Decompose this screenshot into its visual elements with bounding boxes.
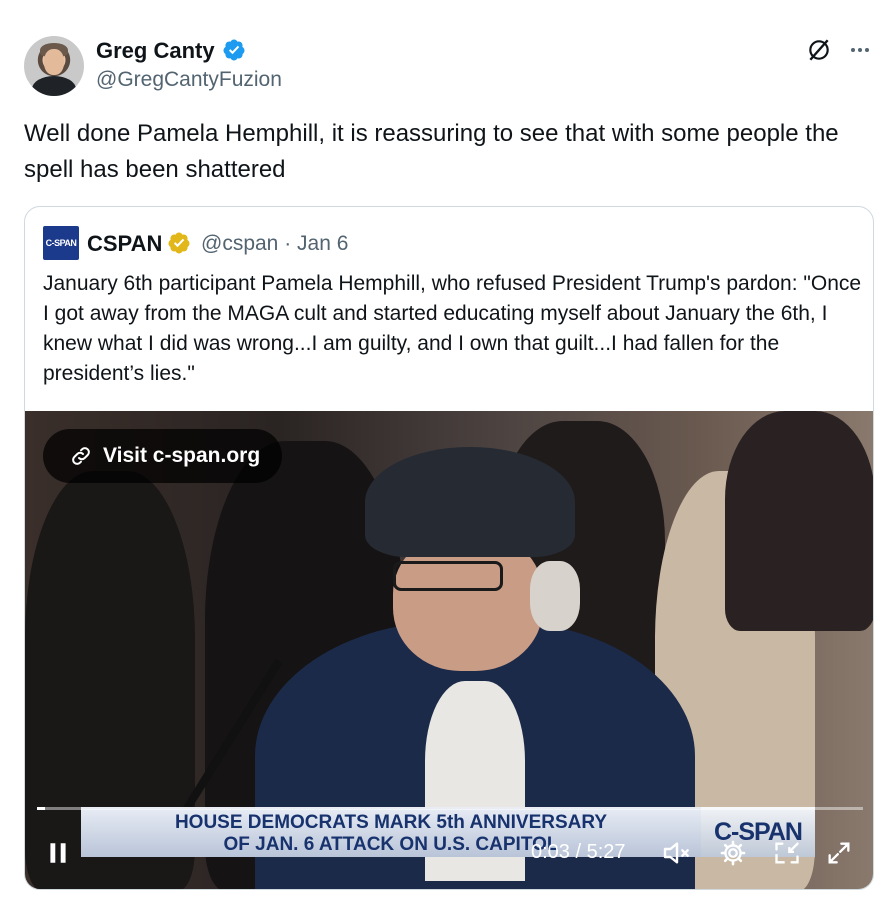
visit-link-button[interactable]: Visit c-span.org [43,429,283,483]
verified-badge-icon [223,39,245,61]
speaker-cap [365,447,575,557]
link-icon [72,447,90,465]
author-handle[interactable]: @GregCantyFuzion [96,68,282,92]
progress-fill [37,807,45,810]
quoted-meta: @cspan · Jan 6 [201,232,348,256]
quoted-text: January 6th participant Pamela Hemphill,… [43,272,862,385]
grok-icon[interactable] [806,37,832,63]
quoted-author-name[interactable]: CSPAN [87,231,162,257]
tweet-text: Well done Pamela Hemphill, it is reassur… [24,120,839,183]
cspan-logo[interactable]: C-SPAN [43,226,79,260]
meta-separator: · [284,232,292,255]
avatar[interactable] [24,36,84,96]
progress-track[interactable] [37,807,863,810]
visit-link-label: Visit c-span.org [103,444,261,467]
quoted-handle[interactable]: @cspan [201,232,278,255]
quoted-date[interactable]: Jan 6 [297,232,348,255]
settings-icon[interactable] [719,839,747,867]
mute-icon[interactable] [661,837,693,869]
more-icon[interactable] [848,38,872,62]
speaker-glasses [393,561,503,591]
pause-icon[interactable] [45,839,71,867]
video-player[interactable]: Visit c-span.org HOUSE DEMOCRATS MARK 5t… [25,411,873,889]
verified-badge-icon [168,232,190,254]
author-name[interactable]: Greg Canty [96,38,215,64]
speaker-hair [530,561,580,631]
quoted-tweet[interactable]: C-SPAN CSPAN @cspan · Jan 6 January 6th … [24,206,874,890]
lower-third-line1: HOUSE DEMOCRATS MARK 5th ANNIVERSARY [174,812,608,833]
video-time: 0:03 / 5:27 [531,841,626,863]
fullscreen-icon[interactable] [825,839,853,867]
audience-figure [725,411,873,631]
pip-icon[interactable] [773,839,801,867]
